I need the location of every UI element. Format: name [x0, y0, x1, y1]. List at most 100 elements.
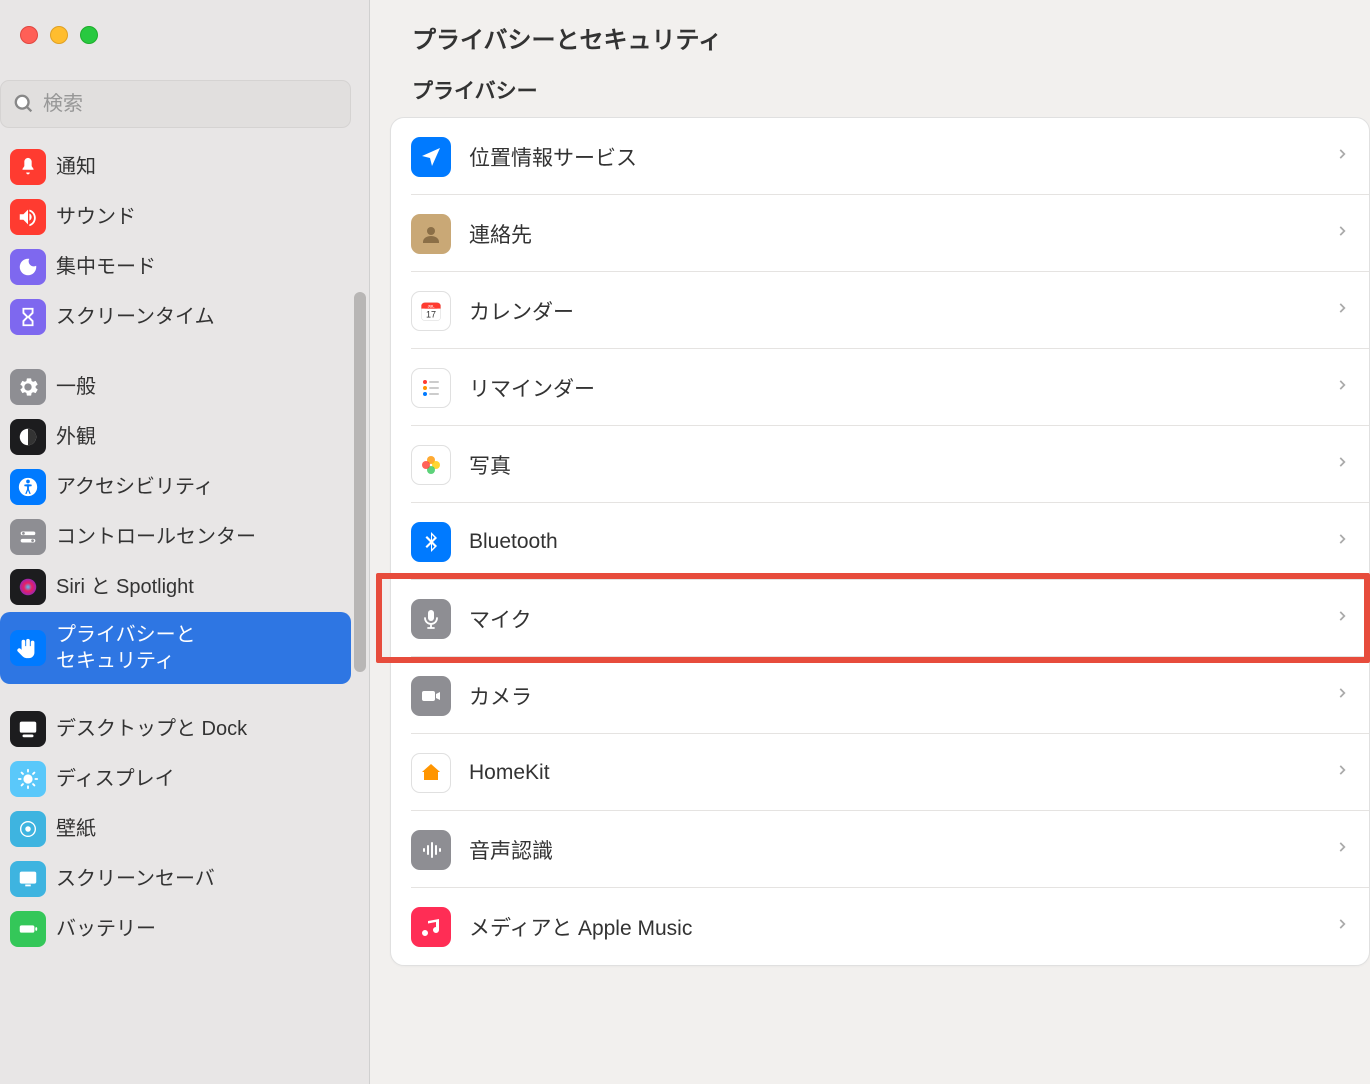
sidebar-item-10[interactable]: デスクトップと Dock	[0, 704, 351, 754]
location-icon	[411, 137, 451, 177]
settings-row-music[interactable]: メディアと Apple Music	[391, 888, 1369, 965]
chevron-right-icon	[1335, 147, 1349, 166]
sidebar-item-8[interactable]: Siri と Spotlight	[0, 562, 351, 612]
sidebar: 通知サウンド集中モードスクリーンタイム一般外観アクセシビリティコントロールセンタ…	[0, 0, 370, 1084]
calendar-icon: JUL17	[411, 291, 451, 331]
chevron-right-icon	[1335, 917, 1349, 936]
chevron-right-icon	[1335, 532, 1349, 551]
search-input[interactable]	[43, 93, 338, 116]
sidebar-item-label: ディスプレイ	[56, 766, 175, 792]
settings-row-label: 連絡先	[469, 219, 1335, 249]
settings-row-microphone[interactable]: マイク	[391, 580, 1369, 657]
sidebar-item-1[interactable]: サウンド	[0, 192, 351, 242]
sidebar-item-13[interactable]: スクリーンセーバ	[0, 854, 351, 904]
settings-row-label: 位置情報サービス	[469, 142, 1335, 172]
bluetooth-icon	[411, 522, 451, 562]
sidebar-item-label: 通知	[56, 154, 96, 180]
settings-row-reminders[interactable]: リマインダー	[391, 349, 1369, 426]
chevron-right-icon	[1335, 686, 1349, 705]
appearance-icon	[10, 419, 46, 455]
scrollbar-thumb[interactable]	[354, 292, 366, 672]
photos-icon	[411, 445, 451, 485]
settings-row-photos[interactable]: 写真	[391, 426, 1369, 503]
gear-icon	[10, 369, 46, 405]
sidebar-item-14[interactable]: バッテリー	[0, 904, 351, 954]
sidebar-item-label: サウンド	[56, 204, 136, 230]
sidebar-item-label: 壁紙	[56, 816, 96, 842]
sidebar-item-5[interactable]: 外観	[0, 412, 351, 462]
screensaver-icon	[10, 861, 46, 897]
sidebar-item-label: Siri と Spotlight	[56, 574, 194, 600]
search-icon	[13, 93, 35, 115]
dock-icon	[10, 711, 46, 747]
settings-row-contacts[interactable]: 連絡先	[391, 195, 1369, 272]
settings-row-camera[interactable]: カメラ	[391, 657, 1369, 734]
settings-row-label: カメラ	[469, 681, 1335, 711]
search-box[interactable]	[0, 80, 351, 128]
sidebar-item-3[interactable]: スクリーンタイム	[0, 292, 351, 342]
page-title: プライバシーとセキュリティ	[412, 20, 1330, 55]
hand-icon	[10, 630, 46, 666]
chevron-right-icon	[1335, 455, 1349, 474]
section-title: プライバシー	[412, 75, 1330, 105]
music-icon	[411, 907, 451, 947]
settings-row-label: マイク	[469, 604, 1335, 634]
settings-row-homekit[interactable]: HomeKit	[391, 734, 1369, 811]
settings-row-waveform[interactable]: 音声認識	[391, 811, 1369, 888]
moon-icon	[10, 249, 46, 285]
sidebar-item-label: スクリーンセーバ	[56, 866, 215, 892]
window-minimize-button[interactable]	[50, 26, 68, 44]
sidebar-item-12[interactable]: 壁紙	[0, 804, 351, 854]
settings-row-label: カレンダー	[469, 296, 1335, 326]
sidebar-item-6[interactable]: アクセシビリティ	[0, 462, 351, 512]
settings-row-location[interactable]: 位置情報サービス	[391, 118, 1369, 195]
sidebar-item-label: デスクトップと Dock	[56, 716, 247, 742]
sidebar-item-label: バッテリー	[56, 916, 156, 942]
sidebar-item-0[interactable]: 通知	[0, 142, 351, 192]
svg-text:17: 17	[426, 309, 436, 319]
sidebar-list: 通知サウンド集中モードスクリーンタイム一般外観アクセシビリティコントロールセンタ…	[0, 142, 369, 1084]
camera-icon	[411, 676, 451, 716]
settings-row-label: Bluetooth	[469, 530, 1335, 554]
siri-icon	[10, 569, 46, 605]
main-content: プライバシーとセキュリティ プライバシー 位置情報サービス連絡先 JUL17 カレン…	[370, 0, 1370, 1084]
sidebar-item-label: アクセシビリティ	[56, 474, 214, 500]
chevron-right-icon	[1335, 301, 1349, 320]
settings-row-label: 音声認識	[469, 835, 1335, 865]
window-close-button[interactable]	[20, 26, 38, 44]
sidebar-item-label: 一般	[56, 374, 96, 400]
hourglass-icon	[10, 299, 46, 335]
bell-icon	[10, 149, 46, 185]
chevron-right-icon	[1335, 378, 1349, 397]
window-maximize-button[interactable]	[80, 26, 98, 44]
accessibility-icon	[10, 469, 46, 505]
wallpaper-icon	[10, 811, 46, 847]
sidebar-item-9[interactable]: プライバシーとセキュリティ	[0, 612, 351, 684]
sidebar-item-label: コントロールセンター	[56, 524, 256, 550]
main-header: プライバシーとセキュリティ	[370, 0, 1370, 75]
display-icon	[10, 761, 46, 797]
settings-row-label: リマインダー	[469, 373, 1335, 403]
waveform-icon	[411, 830, 451, 870]
search-container	[0, 60, 369, 142]
settings-row-label: HomeKit	[469, 761, 1335, 785]
reminders-icon	[411, 368, 451, 408]
sidebar-item-label: 外観	[56, 424, 96, 450]
chevron-right-icon	[1335, 840, 1349, 859]
svg-text:JUL: JUL	[428, 304, 436, 308]
settings-row-label: 写真	[469, 450, 1335, 480]
chevron-right-icon	[1335, 609, 1349, 628]
settings-row-bluetooth[interactable]: Bluetooth	[391, 503, 1369, 580]
sidebar-item-label: スクリーンタイム	[56, 304, 215, 330]
sidebar-item-label: 集中モード	[56, 254, 156, 280]
sidebar-item-7[interactable]: コントロールセンター	[0, 512, 351, 562]
sidebar-item-11[interactable]: ディスプレイ	[0, 754, 351, 804]
homekit-icon	[411, 753, 451, 793]
sidebar-item-4[interactable]: 一般	[0, 362, 351, 412]
contacts-icon	[411, 214, 451, 254]
sidebar-item-2[interactable]: 集中モード	[0, 242, 351, 292]
window-controls	[0, 0, 369, 60]
chevron-right-icon	[1335, 763, 1349, 782]
settings-row-calendar[interactable]: JUL17 カレンダー	[391, 272, 1369, 349]
speaker-icon	[10, 199, 46, 235]
